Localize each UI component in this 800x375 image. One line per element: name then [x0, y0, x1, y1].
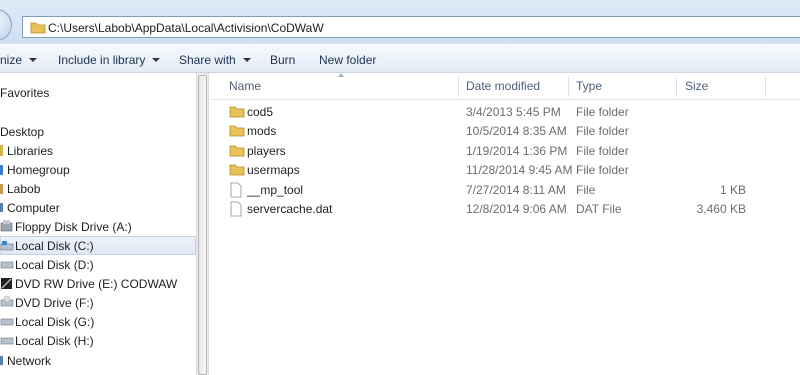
libraries-icon — [0, 145, 3, 156]
dvd-drive-icon — [1, 278, 12, 289]
dvd-drive-icon — [0, 295, 14, 307]
drive-icon — [0, 318, 14, 326]
column-divider[interactable] — [458, 77, 459, 97]
burn-button[interactable]: Burn — [270, 53, 295, 67]
chevron-down-icon — [242, 58, 251, 62]
file-row[interactable]: usermaps 11/28/2014 9:45 AM File folder — [210, 160, 800, 179]
column-divider[interactable] — [676, 77, 677, 97]
back-button[interactable] — [0, 9, 12, 41]
folder-icon — [229, 123, 245, 140]
file-name: cod5 — [247, 105, 274, 119]
address-bar-area: C:\Users\Labob\AppData\Local\Activision\… — [0, 0, 800, 44]
nav-label: DVD RW Drive (E:) CODWAW — [15, 277, 178, 291]
file-date: 3/4/2013 5:45 PM — [466, 105, 561, 119]
file-date: 10/5/2014 8:35 AM — [466, 124, 567, 139]
nav-label: Favorites — [0, 86, 50, 100]
file-row[interactable]: mods 10/5/2014 8:35 AM File folder — [210, 121, 800, 140]
nav-item-desktop[interactable]: Desktop — [0, 122, 196, 141]
file-row[interactable]: __mp_tool 7/27/2014 8:11 AM File 1 KB — [210, 180, 800, 199]
file-name: usermaps — [247, 163, 300, 178]
drive-icon — [0, 261, 14, 269]
file-type: DAT File — [576, 202, 622, 216]
column-divider[interactable] — [765, 77, 766, 97]
file-type: File — [576, 182, 596, 197]
computer-icon — [0, 203, 3, 212]
scrollbar-thumb[interactable] — [198, 75, 207, 375]
nav-item-floppy[interactable]: Floppy Disk Drive (A:) — [0, 217, 196, 236]
column-date-modified[interactable]: Date modified — [466, 79, 540, 93]
file-name: __mp_tool — [247, 182, 304, 197]
floppy-drive-icon — [0, 220, 13, 232]
nav-label: Local Disk (D:) — [15, 258, 94, 272]
homegroup-icon — [0, 165, 3, 175]
nav-item-labob[interactable]: Labob — [0, 179, 196, 198]
nav-label: Local Disk (C:) — [15, 239, 94, 253]
drive-icon — [0, 241, 14, 251]
column-type[interactable]: Type — [576, 79, 602, 93]
nav-label: Homegroup — [7, 163, 70, 177]
folder-icon — [229, 162, 245, 179]
file-name: servercache.dat — [247, 202, 333, 216]
navigation-pane: Favorites Desktop Libraries Homegroup La… — [0, 73, 196, 375]
nav-item-local-disk-c[interactable]: Local Disk (C:) — [0, 236, 196, 255]
nav-item-libraries[interactable]: Libraries — [0, 141, 196, 160]
file-row[interactable]: players 1/19/2014 1:36 PM File folder — [210, 141, 800, 160]
include-in-library-button[interactable]: Include in library — [58, 53, 161, 67]
nav-item-computer[interactable]: Computer — [0, 198, 196, 217]
column-header: Name Date modified Type Size — [210, 73, 800, 100]
file-type: File folder — [576, 124, 629, 139]
folder-icon — [229, 143, 245, 160]
user-icon — [0, 184, 3, 194]
organize-button[interactable]: nize — [0, 53, 38, 67]
share-with-button[interactable]: Share with — [179, 53, 251, 67]
nav-label: DVD Drive (F:) — [15, 296, 94, 310]
nav-item-local-disk-h[interactable]: Local Disk (H:) — [0, 331, 196, 350]
nav-label: Network — [7, 354, 52, 368]
address-path: C:\Users\Labob\AppData\Local\Activision\… — [48, 21, 324, 35]
network-icon — [0, 356, 3, 365]
folder-icon — [229, 104, 245, 121]
file-size: 1 KB — [719, 182, 746, 197]
nav-label: Floppy Disk Drive (A:) — [15, 220, 132, 234]
file-row[interactable]: servercache.dat 12/8/2014 9:06 AM DAT File… — [210, 199, 800, 218]
file-row[interactable]: cod5 3/4/2013 5:45 PM File folder — [210, 102, 800, 121]
file-icon — [229, 182, 243, 201]
file-name: players — [247, 143, 286, 158]
file-type: File folder — [576, 163, 629, 178]
file-name: mods — [247, 124, 277, 139]
command-bar: nize Include in library Share with Burn … — [0, 44, 800, 73]
chevron-down-icon — [152, 58, 161, 62]
nav-label: Local Disk (G:) — [15, 315, 95, 329]
file-date: 1/19/2014 1:36 PM — [466, 143, 568, 158]
chevron-down-icon — [29, 58, 38, 62]
drive-icon — [0, 337, 14, 345]
file-date: 12/8/2014 9:06 AM — [466, 202, 567, 216]
nav-label: Labob — [7, 182, 41, 196]
file-type: File folder — [576, 105, 629, 119]
new-folder-button[interactable]: New folder — [319, 53, 376, 67]
nav-item-local-disk-g[interactable]: Local Disk (G:) — [0, 312, 196, 331]
nav-item-local-disk-d[interactable]: Local Disk (D:) — [0, 255, 196, 274]
nav-item-dvd-f[interactable]: DVD Drive (F:) — [0, 293, 196, 312]
nav-label: Desktop — [0, 125, 45, 139]
column-size[interactable]: Size — [685, 79, 708, 93]
file-date: 11/28/2014 9:45 AM — [466, 163, 573, 178]
nav-label: Local Disk (H:) — [15, 334, 94, 348]
nav-label: Computer — [7, 201, 60, 215]
file-date: 7/27/2014 8:11 AM — [466, 182, 566, 197]
nav-item-network[interactable]: Network — [0, 351, 196, 370]
file-icon — [229, 201, 243, 220]
nav-item-favorites[interactable]: Favorites — [0, 83, 196, 102]
file-size: 3,460 KB — [696, 202, 746, 216]
address-field[interactable]: C:\Users\Labob\AppData\Local\Activision\… — [22, 16, 800, 38]
column-name[interactable]: Name — [229, 79, 261, 93]
folder-icon — [30, 22, 46, 34]
nav-label: Libraries — [7, 144, 54, 158]
file-type: File folder — [576, 143, 629, 158]
column-divider[interactable] — [568, 77, 569, 97]
nav-item-dvd-rw-e[interactable]: DVD RW Drive (E:) CODWAW — [0, 274, 196, 293]
nav-scrollbar[interactable] — [196, 73, 209, 375]
nav-item-homegroup[interactable]: Homegroup — [0, 160, 196, 179]
